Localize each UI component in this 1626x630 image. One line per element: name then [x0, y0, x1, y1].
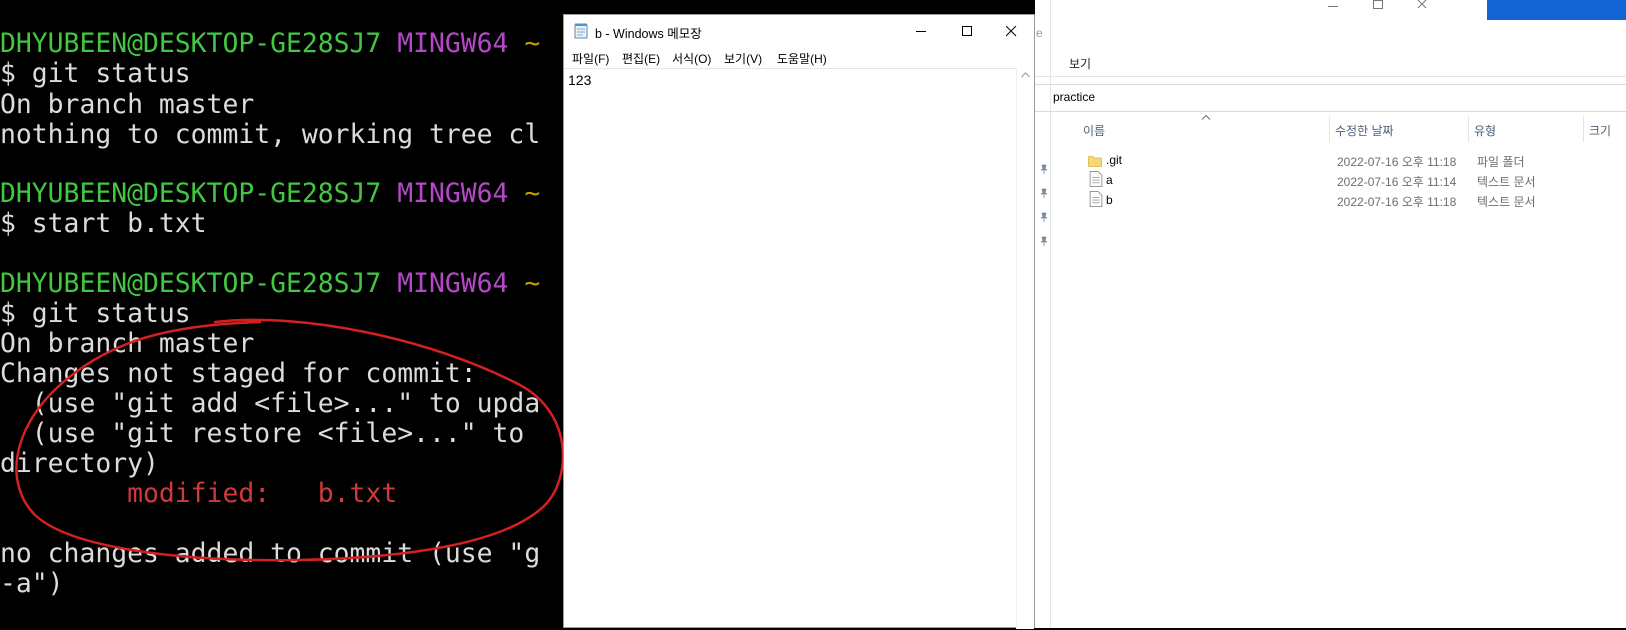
text-file-icon	[1089, 171, 1103, 187]
output-line: On branch master	[0, 328, 255, 359]
column-header-type[interactable]: 유형	[1474, 122, 1496, 139]
prompt-env: MINGW64	[397, 28, 509, 59]
pin-icon[interactable]	[1040, 164, 1048, 174]
minimize-icon	[916, 31, 926, 32]
menu-view[interactable]: 보기(V)	[724, 50, 762, 67]
prompt-user-host: DHYUBEEN@DESKTOP-GE28SJ7	[0, 268, 382, 299]
git-bash-terminal[interactable]: DHYUBEEN@DESKTOP-GE28SJ7 MINGW64 ~ $ git…	[0, 0, 566, 628]
notepad-text-area[interactable]: 123	[564, 68, 1017, 630]
command-line: $ git status	[0, 298, 191, 329]
prompt-env: MINGW64	[397, 268, 509, 299]
file-type: 텍스트 문서	[1477, 175, 1536, 189]
ribbon-tab-view[interactable]: 보기	[1069, 55, 1091, 72]
file-explorer-window[interactable]: e 보기 practice 이름 수정한 날짜 유형 크기 .git 2022-…	[1035, 0, 1626, 628]
explorer-titlebar[interactable]	[1035, 0, 1626, 20]
column-header-name[interactable]: 이름	[1083, 122, 1105, 139]
explorer-minimize-button[interactable]	[1311, 0, 1355, 18]
file-row[interactable]: .git 2022-07-16 오후 11:18 파일 폴더	[1055, 150, 1615, 170]
file-date: 2022-07-16 오후 11:18	[1337, 195, 1457, 209]
output-line: Changes not staged for commit:	[0, 358, 477, 389]
pin-icon[interactable]	[1040, 188, 1048, 198]
close-icon	[1417, 0, 1427, 9]
column-separator[interactable]	[1329, 116, 1330, 142]
notepad-app-icon	[574, 23, 588, 39]
output-line: On branch master	[0, 89, 255, 120]
notepad-menubar: 파일(F) 편집(E) 서식(O) 보기(V) 도움말(H)	[564, 48, 1034, 68]
pin-icon[interactable]	[1040, 236, 1048, 246]
column-separator[interactable]	[1583, 116, 1584, 142]
notepad-titlebar[interactable]: b - Windows 메모장	[564, 15, 1034, 47]
file-name: a	[1106, 173, 1113, 187]
menu-file[interactable]: 파일(F)	[572, 50, 609, 67]
file-type: 텍스트 문서	[1477, 195, 1536, 209]
file-date: 2022-07-16 오후 11:18	[1337, 155, 1457, 169]
menu-format[interactable]: 서식(O)	[672, 50, 711, 67]
output-line: (use "git add <file>..." to upda	[0, 388, 541, 419]
file-row[interactable]: b 2022-07-16 오후 11:18 텍스트 문서	[1055, 190, 1615, 210]
file-date: 2022-07-16 오후 11:14	[1337, 175, 1457, 189]
pin-icon[interactable]	[1040, 212, 1048, 222]
notepad-window[interactable]: b - Windows 메모장 파일(F) 편집(E) 서식(O) 보기(V) …	[563, 14, 1035, 630]
address-bar[interactable]: practice	[1035, 84, 1626, 112]
explorer-close-button[interactable]	[1400, 0, 1444, 18]
maximize-icon	[962, 26, 972, 36]
notepad-content: 123	[568, 72, 592, 88]
text-file-icon	[1089, 191, 1103, 207]
prompt-env: MINGW64	[397, 178, 509, 209]
notepad-title: b - Windows 메모장	[595, 27, 702, 41]
menu-edit[interactable]: 편집(E)	[622, 50, 660, 67]
address-path: practice	[1053, 90, 1096, 104]
prompt-line: DHYUBEEN@DESKTOP-GE28SJ7 MINGW64 ~	[0, 28, 540, 59]
explorer-partial-title: e	[1036, 26, 1043, 40]
column-header-size[interactable]: 크기	[1589, 122, 1611, 139]
prompt-line: DHYUBEEN@DESKTOP-GE28SJ7 MINGW64 ~	[0, 178, 540, 209]
prompt-user-host: DHYUBEEN@DESKTOP-GE28SJ7	[0, 178, 382, 209]
prompt-path: ~	[524, 28, 541, 59]
scroll-up-arrow-icon[interactable]	[1021, 72, 1030, 78]
output-line: no changes added to commit (use "g	[0, 538, 541, 569]
column-separator[interactable]	[1468, 116, 1469, 142]
command-line: $ git status	[0, 58, 191, 89]
close-button[interactable]	[988, 15, 1034, 47]
minimize-button[interactable]	[898, 15, 944, 47]
file-name: .git	[1106, 153, 1123, 167]
output-line: nothing to commit, working tree cl	[0, 119, 541, 150]
ribbon-divider	[1035, 76, 1626, 77]
maximize-icon	[1373, 0, 1383, 9]
prompt-path: ~	[524, 268, 541, 299]
notepad-vertical-scrollbar[interactable]	[1016, 68, 1034, 629]
prompt-path: ~	[524, 178, 541, 209]
explorer-maximize-button[interactable]	[1356, 0, 1400, 18]
file-row[interactable]: a 2022-07-16 오후 11:14 텍스트 문서	[1055, 170, 1615, 190]
column-header-date[interactable]: 수정한 날짜	[1335, 122, 1394, 139]
background-window-edge	[1487, 0, 1626, 20]
menu-help[interactable]: 도움말(H)	[777, 50, 827, 67]
prompt-line: DHYUBEEN@DESKTOP-GE28SJ7 MINGW64 ~	[0, 268, 540, 299]
prompt-user-host: DHYUBEEN@DESKTOP-GE28SJ7	[0, 28, 382, 59]
output-line: (use "git restore <file>..." to	[0, 418, 541, 449]
sort-ascending-icon	[1201, 114, 1211, 120]
file-name: b	[1106, 193, 1113, 207]
modified-filename: b.txt	[317, 478, 398, 509]
output-line: -a")	[0, 568, 64, 599]
modified-file-line: modified: b.txt	[0, 478, 397, 509]
command-line: $ start b.txt	[0, 208, 207, 239]
output-line: directory)	[0, 448, 159, 479]
modified-label: modified:	[127, 478, 271, 509]
close-icon	[1006, 26, 1017, 37]
folder-icon	[1088, 156, 1102, 167]
maximize-button[interactable]	[944, 15, 990, 47]
minimize-icon	[1328, 6, 1338, 7]
file-type: 파일 폴더	[1477, 155, 1525, 169]
